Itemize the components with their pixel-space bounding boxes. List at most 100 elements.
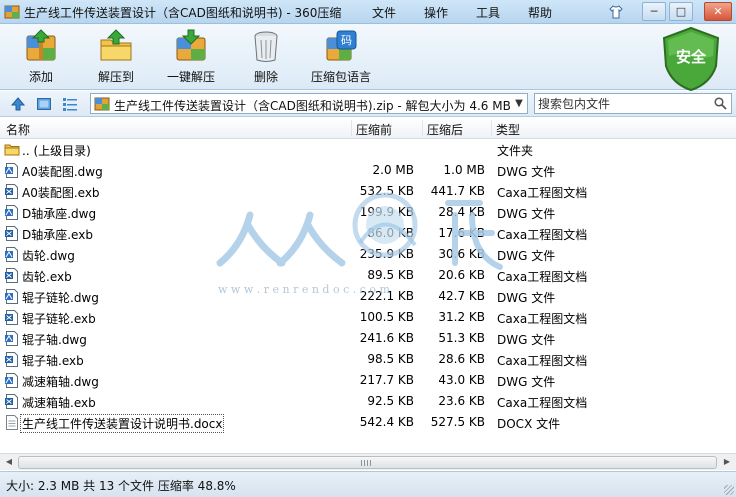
parent-directory-row[interactable]: .. (上级目录) 文件夹 xyxy=(0,139,736,160)
dwg-file-icon xyxy=(5,247,18,262)
archive-language-button[interactable]: 码 压缩包语言 xyxy=(305,28,377,88)
large-icons-view-icon[interactable] xyxy=(36,96,52,112)
delete-button[interactable]: 删除 xyxy=(230,28,302,88)
column-type[interactable]: 类型 xyxy=(496,121,520,138)
file-row[interactable]: 辊子链轮.exb 100.5 KB 31.2 KB Caxa工程图文档 xyxy=(0,307,736,328)
skin-shirt-icon[interactable] xyxy=(608,4,624,20)
file-type: DWG 文件 xyxy=(497,291,556,305)
folder-icon xyxy=(4,144,20,156)
toolbar: 添加 解压到 一键解压 删除 码 压缩包语言 xyxy=(0,24,736,90)
file-packed-size: 51.3 KB xyxy=(438,331,485,345)
file-type: Caxa工程图文档 xyxy=(497,396,588,410)
file-packed-size: 42.7 KB xyxy=(438,289,485,303)
file-name: 生产线工件传送装置设计说明书.docx xyxy=(19,414,225,433)
file-size: 217.7 KB xyxy=(359,373,414,387)
column-size[interactable]: 压缩前 xyxy=(356,121,392,138)
exb-file-icon xyxy=(5,394,18,409)
column-packed[interactable]: 压缩后 xyxy=(427,121,463,138)
file-packed-size: 441.7 KB xyxy=(430,184,485,198)
path-dropdown-icon[interactable]: ▼ xyxy=(511,94,527,113)
scroll-left-icon[interactable]: ◀ xyxy=(1,455,17,469)
exb-file-icon xyxy=(5,268,18,283)
column-divider[interactable] xyxy=(491,120,492,136)
file-packed-size: 20.6 KB xyxy=(438,268,485,282)
resize-grip-icon[interactable] xyxy=(724,485,734,495)
file-size: 2.0 MB xyxy=(372,163,414,177)
dwg-file-icon xyxy=(5,163,18,178)
file-type: DWG 文件 xyxy=(497,249,556,263)
close-button[interactable]: ✕ xyxy=(704,2,732,21)
trash-can-icon xyxy=(254,31,278,62)
file-name: 辊子轴.dwg xyxy=(22,333,87,347)
column-divider[interactable] xyxy=(351,120,352,136)
menu-operation[interactable]: 操作 xyxy=(424,4,448,21)
file-name: 齿轮.dwg xyxy=(22,249,75,263)
file-row[interactable]: 齿轮.exb 89.5 KB 20.6 KB Caxa工程图文档 xyxy=(0,265,736,286)
maximize-button[interactable]: □ xyxy=(669,2,693,21)
minimize-button[interactable]: ─ xyxy=(642,2,666,21)
file-row[interactable]: D轴承座.exb 86.0 KB 17.6 KB Caxa工程图文档 xyxy=(0,223,736,244)
scroll-right-icon[interactable]: ▶ xyxy=(719,455,735,469)
archive-path: 生产线工件传送装置设计（含CAD图纸和说明书).zip - 解包大小为 4.6 … xyxy=(114,99,511,113)
address-bar: 生产线工件传送装置设计（含CAD图纸和说明书).zip - 解包大小为 4.6 … xyxy=(0,91,736,117)
file-row[interactable]: 生产线工件传送装置设计说明书.docx 542.4 KB 527.5 KB DOCX … xyxy=(0,412,736,433)
file-packed-size: 43.0 KB xyxy=(438,373,485,387)
horizontal-scrollbar[interactable]: ◀ ▶ xyxy=(0,453,736,470)
file-type: DWG 文件 xyxy=(497,375,556,389)
file-row[interactable]: 辊子链轮.dwg 222.1 KB 42.7 KB DWG 文件 xyxy=(0,286,736,307)
docx-file-icon xyxy=(6,415,18,430)
exb-file-icon xyxy=(5,352,18,367)
search-input[interactable] xyxy=(535,94,705,113)
file-size: 235.9 KB xyxy=(359,247,414,261)
one-click-extract-button[interactable]: 一键解压 xyxy=(155,28,227,88)
details-view-icon[interactable] xyxy=(62,96,78,112)
search-box[interactable] xyxy=(534,93,732,114)
scrollbar-thumb[interactable] xyxy=(18,456,717,469)
exb-file-icon xyxy=(5,310,18,325)
one-click-extract-icon xyxy=(176,29,206,61)
file-name: D轴承座.dwg xyxy=(22,207,97,221)
status-text: 大小: 2.3 MB 共 13 个文件 压缩率 48.8% xyxy=(6,479,236,493)
file-size: 86.0 KB xyxy=(367,226,414,240)
file-row[interactable]: 齿轮.dwg 235.9 KB 30.6 KB DWG 文件 xyxy=(0,244,736,265)
file-type: Caxa工程图文档 xyxy=(497,312,588,326)
menu-file[interactable]: 文件 xyxy=(372,4,396,21)
add-archive-icon xyxy=(26,29,56,61)
file-name: D轴承座.exb xyxy=(22,228,93,242)
add-button[interactable]: 添加 xyxy=(5,28,77,88)
archive-language-icon: 码 xyxy=(326,30,357,61)
file-size: 199.9 KB xyxy=(359,205,414,219)
file-row[interactable]: D轴承座.dwg 199.9 KB 28.4 KB DWG 文件 xyxy=(0,202,736,223)
file-row[interactable]: 减速箱轴.exb 92.5 KB 23.6 KB Caxa工程图文档 xyxy=(0,391,736,412)
extract-to-button[interactable]: 解压到 xyxy=(80,28,152,88)
file-size: 542.4 KB xyxy=(359,415,414,429)
file-name: 辊子链轮.dwg xyxy=(22,291,99,305)
360zip-logo-icon xyxy=(4,5,20,19)
path-field[interactable]: 生产线工件传送装置设计（含CAD图纸和说明书).zip - 解包大小为 4.6 … xyxy=(90,93,528,114)
security-shield[interactable]: 安全 xyxy=(660,26,722,92)
dwg-file-icon xyxy=(5,205,18,220)
file-row[interactable]: 辊子轴.dwg 241.6 KB 51.3 KB DWG 文件 xyxy=(0,328,736,349)
file-type: DWG 文件 xyxy=(497,165,556,179)
up-arrow-icon[interactable] xyxy=(10,96,26,112)
column-name[interactable]: 名称 xyxy=(6,121,30,138)
file-row[interactable]: A0装配图.exb 532.5 KB 441.7 KB Caxa工程图文档 xyxy=(0,181,736,202)
file-type: Caxa工程图文档 xyxy=(497,228,588,242)
search-icon[interactable] xyxy=(714,97,727,110)
file-packed-size: 30.6 KB xyxy=(438,247,485,261)
file-row[interactable]: 减速箱轴.dwg 217.7 KB 43.0 KB DWG 文件 xyxy=(0,370,736,391)
file-row[interactable]: A0装配图.dwg 2.0 MB 1.0 MB DWG 文件 xyxy=(0,160,736,181)
dwg-file-icon xyxy=(5,289,18,304)
column-divider[interactable] xyxy=(422,120,423,136)
file-name: 辊子轴.exb xyxy=(22,354,84,368)
file-name: A0装配图.dwg xyxy=(22,165,103,179)
language-badge: 码 xyxy=(341,34,352,47)
menu-tools[interactable]: 工具 xyxy=(476,4,500,21)
archive-language-label: 压缩包语言 xyxy=(310,70,371,84)
file-list: .. (上级目录) 文件夹 A0装配图.dwg 2.0 MB 1.0 MB DWG 文件 A… xyxy=(0,139,736,433)
file-row[interactable]: 辊子轴.exb 98.5 KB 28.6 KB Caxa工程图文档 xyxy=(0,349,736,370)
status-bar: 大小: 2.3 MB 共 13 个文件 压缩率 48.8% xyxy=(0,471,736,497)
menu-help[interactable]: 帮助 xyxy=(528,4,552,21)
security-label: 安全 xyxy=(675,48,706,66)
file-name: .. (上级目录) xyxy=(22,144,91,158)
